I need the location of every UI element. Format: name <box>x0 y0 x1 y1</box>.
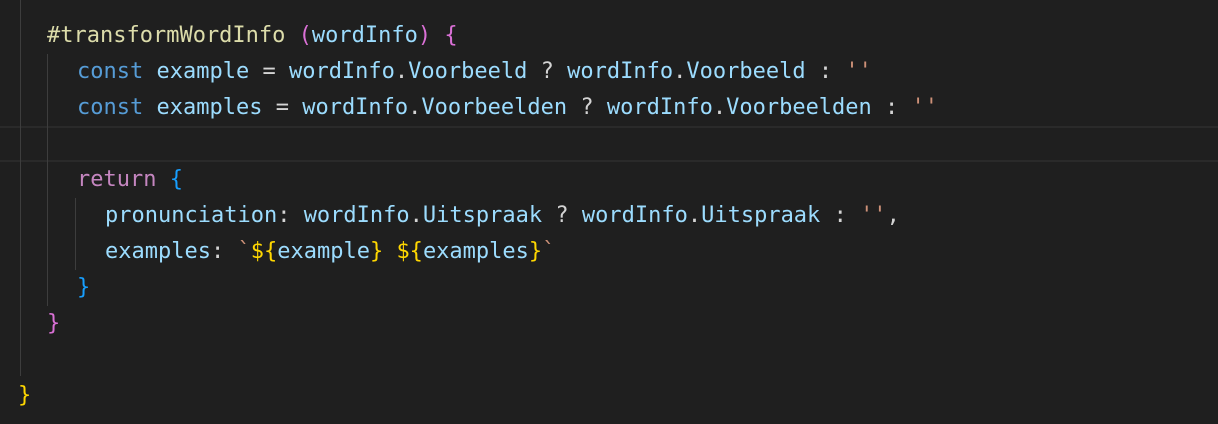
code-line-11[interactable]: } <box>18 378 31 414</box>
brace-open: { <box>444 23 458 48</box>
property-name: Voorbeelden <box>726 95 872 120</box>
brace-close: } <box>77 275 91 300</box>
code-line-3[interactable]: const examples = wordInfo.Voorbeelden ? … <box>77 90 938 126</box>
operator-colon: : <box>210 239 225 264</box>
template-var: examples <box>422 239 529 264</box>
param-name: wordInfo <box>311 23 418 48</box>
current-line-highlight <box>0 126 1218 162</box>
object-key: examples <box>105 239 211 264</box>
object-name: wordInfo <box>302 95 409 120</box>
brace-close: } <box>18 383 32 408</box>
template-interp-close: } <box>369 239 384 264</box>
code-editor[interactable]: #transformWordInfo (wordInfo) { const ex… <box>0 0 1218 424</box>
operator-colon: : <box>277 203 291 228</box>
dot: . <box>712 95 727 120</box>
variable-name: example <box>156 59 250 84</box>
dot: . <box>673 59 687 84</box>
template-backtick-open: ` <box>237 239 251 264</box>
operator-ternary: ? <box>540 59 554 84</box>
template-backtick-close: ` <box>542 239 556 264</box>
property-name: Voorbeeld <box>408 59 528 84</box>
code-line-5[interactable]: return { <box>77 162 183 198</box>
variable-name: examples <box>156 95 263 120</box>
property-name: Uitspraak <box>701 203 821 228</box>
operator-colon: : <box>833 203 847 228</box>
code-line-7[interactable]: examples: `${example} ${examples}` <box>105 234 555 270</box>
comma: , <box>886 203 900 228</box>
operator-equals: = <box>275 95 289 120</box>
object-name: wordInfo <box>567 59 674 84</box>
code-line-6[interactable]: pronunciation: wordInfo.Uitspraak ? word… <box>105 198 900 234</box>
operator-equals: = <box>262 59 276 84</box>
template-var: example <box>277 239 370 264</box>
property-name: Voorbeeld <box>686 59 806 84</box>
brace-close: } <box>47 311 61 336</box>
object-name: wordInfo <box>288 59 395 84</box>
property-name: Uitspraak <box>422 203 543 228</box>
property-name: Voorbeelden <box>421 95 568 120</box>
code-line-8[interactable]: } <box>77 270 90 306</box>
operator-ternary: ? <box>580 95 594 120</box>
template-interp-close: } <box>528 239 543 264</box>
template-space <box>383 239 396 264</box>
indent-guide-method-body <box>47 54 48 306</box>
dot: . <box>408 95 422 120</box>
indent-guide-class-body <box>20 0 21 376</box>
object-name: wordInfo <box>303 203 410 228</box>
string-literal: '' <box>911 95 939 120</box>
brace-open: { <box>169 167 183 192</box>
paren-close: ) <box>417 23 432 48</box>
dot: . <box>409 203 423 228</box>
code-line-9[interactable]: } <box>47 306 60 342</box>
keyword-const: const <box>77 59 144 84</box>
keyword-const: const <box>77 95 144 120</box>
object-key: pronunciation <box>105 203 278 228</box>
string-literal: '' <box>845 59 872 84</box>
indent-guide-return-body <box>75 198 76 270</box>
operator-colon: : <box>818 59 833 84</box>
template-interp-open: ${ <box>396 239 423 264</box>
template-interp-open: ${ <box>250 239 278 264</box>
dot: . <box>687 203 702 228</box>
object-name: wordInfo <box>606 95 713 120</box>
object-name: wordInfo <box>581 203 688 228</box>
code-line-2[interactable]: const example = wordInfo.Voorbeeld ? wor… <box>77 54 872 90</box>
paren-open: ( <box>298 23 312 48</box>
string-literal: '' <box>860 203 887 228</box>
code-line-1[interactable]: #transformWordInfo (wordInfo) { <box>47 18 458 54</box>
keyword-return: return <box>77 167 157 192</box>
dot: . <box>394 59 409 84</box>
operator-colon: : <box>885 95 899 120</box>
method-name: #transformWordInfo <box>47 23 286 48</box>
operator-ternary: ? <box>555 203 569 228</box>
